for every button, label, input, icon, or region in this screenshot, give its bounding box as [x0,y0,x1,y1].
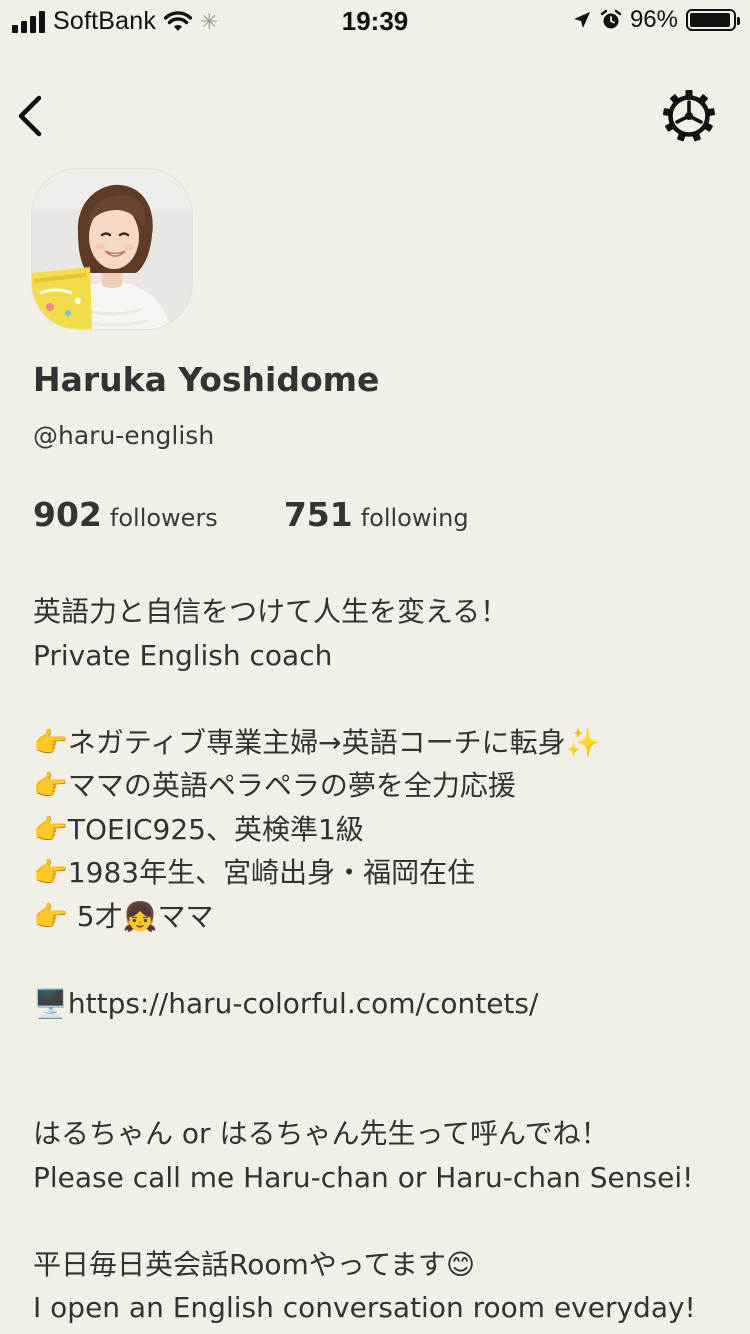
settings-button[interactable] [661,88,717,144]
bio-line [33,1025,733,1069]
profile-name: Haruka Yoshidome [33,360,380,399]
bio-website-link[interactable]: 🖥️https://haru-colorful.com/contets/ [33,982,733,1026]
following-stat[interactable]: 751 following [284,495,469,534]
bio-line [33,677,733,721]
avatar[interactable] [32,169,192,329]
bio-line: 平日毎日英会話Roomやってます😊 [33,1247,476,1281]
bio-line [33,938,733,982]
location-arrow-icon [573,12,590,28]
bio-line [33,1069,733,1113]
bio-line: 👉ママの英語ペラペラの夢を全力応援 [33,769,516,802]
followers-stat[interactable]: 902 followers [33,495,218,534]
battery-percent: 96% [629,6,678,33]
battery-icon [686,9,740,31]
profile-stats: 902 followers 751 following [33,495,469,534]
gear-icon [662,90,716,142]
followers-label: followers [109,504,218,532]
bio-line: 👉1983年生、宮崎出身・福岡在住 [33,856,476,889]
bio-line [33,1199,733,1243]
status-right: 96% [572,6,740,34]
followers-count: 902 [33,495,102,534]
profile-photo [32,169,192,329]
bio-line: I open an English conversation room ever… [33,1291,696,1324]
bio-line: Please call me Haru-chan or Haru-chan Se… [33,1160,694,1194]
bio-line: 👉 5才👧ママ [33,899,214,933]
profile-handle: @haru-english [33,421,215,450]
profile-bio: 英語力と自信をつけて人生を変える！ Private English coach … [33,590,733,1330]
back-button[interactable] [14,94,50,138]
following-count: 751 [283,495,353,534]
bio-line: はるちゃん or はるちゃん先生って呼んでね！ [33,1117,609,1150]
battery-level-fill [690,13,731,27]
bio-line: 英語力と自信をつけて人生を変える！ [33,595,509,628]
bio-line: Private English coach [33,638,333,672]
following-label: following [360,504,469,532]
bio-line: 👉ネガティブ専業主婦→英語コーチに転身✨ [33,725,601,759]
bio-line: 👉TOEIC925、英検準1級 [33,812,364,846]
alarm-clock-icon [600,9,622,29]
chevron-left-icon [18,95,42,137]
status-bar: SoftBank ✳ 19:39 96% [0,0,750,40]
